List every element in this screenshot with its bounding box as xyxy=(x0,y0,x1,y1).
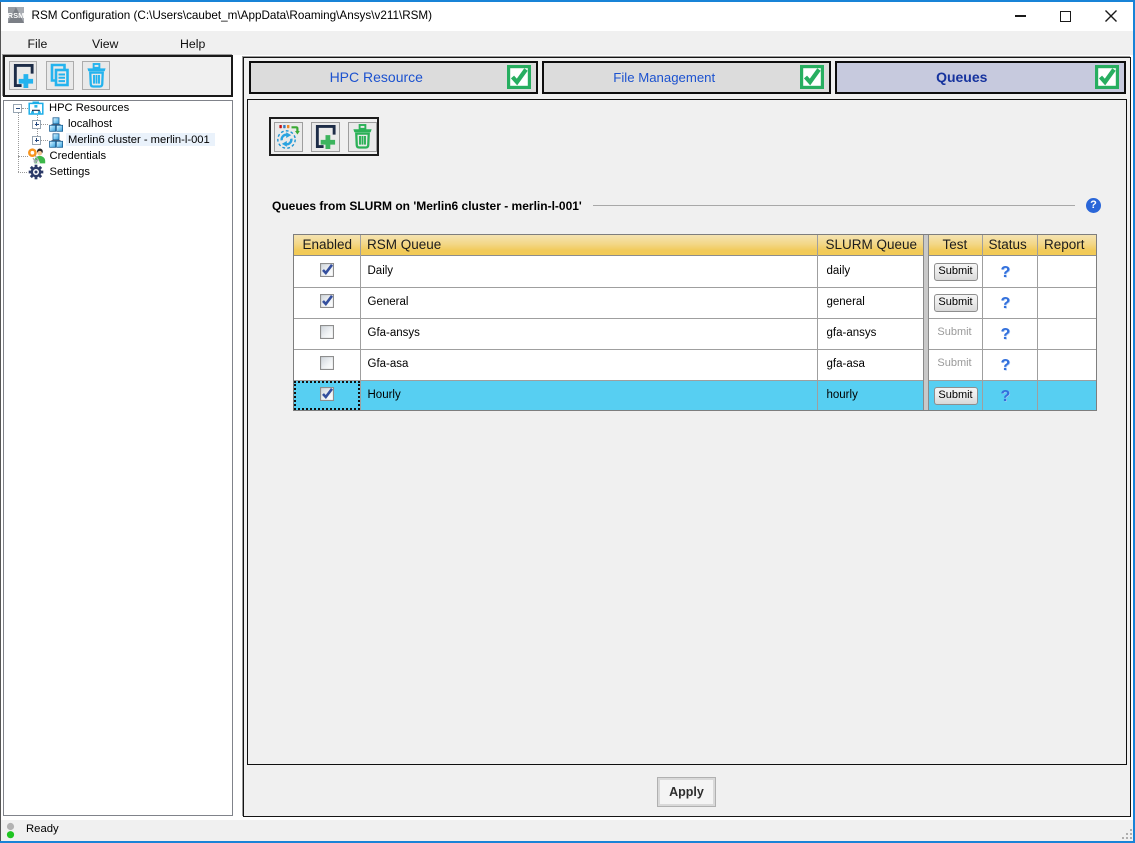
svg-text:RSM: RSM xyxy=(8,11,24,20)
